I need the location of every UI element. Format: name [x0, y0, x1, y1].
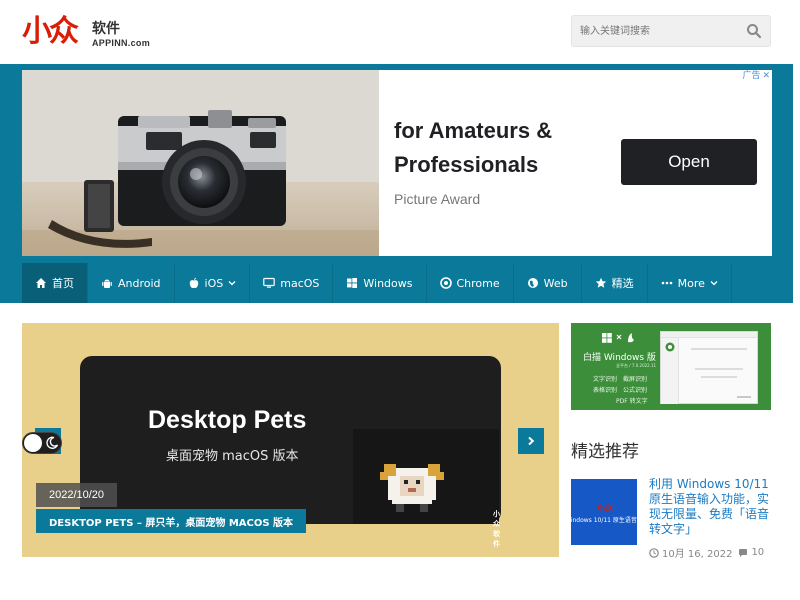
nav-label-chrome: Chrome: [456, 276, 500, 290]
logo-mark: 小众: [22, 14, 79, 49]
nav-label-home: 首页: [52, 277, 74, 290]
sheep-pet-icon: [380, 464, 444, 512]
nav-label-android: Android: [118, 276, 161, 290]
ad-banner[interactable]: for Amateurs & Professionals Picture Awa…: [22, 70, 772, 256]
nav-label-more: More: [677, 276, 705, 290]
sidebar-banner-feature: 文字识别: [593, 376, 618, 383]
chrome-icon: [439, 277, 452, 289]
chevron-down-icon: [228, 281, 236, 286]
post-meta: 10月 16, 2022 10: [649, 545, 764, 560]
ad-open-button[interactable]: Open: [621, 139, 757, 185]
nav-item-macos[interactable]: macOS: [250, 263, 334, 303]
windows-icon: [602, 333, 634, 343]
main-nav: 首页 Android iOS macOS Windows Chrome Web …: [22, 263, 793, 303]
site-logo[interactable]: 小众 软件 APPINN.com: [22, 14, 162, 54]
search-input[interactable]: [572, 16, 740, 46]
search-icon[interactable]: [746, 23, 762, 39]
slide-date: 2022/10/20: [36, 483, 117, 507]
nav-label-macos: macOS: [280, 276, 320, 290]
clock-icon: [649, 547, 659, 558]
slide-image-logo: 小众软件: [493, 511, 500, 548]
ad-choices-badge[interactable]: 广告 ✕: [742, 71, 770, 81]
sidebar-banner-feature: 公式识别: [623, 387, 648, 394]
nav-label-ios: iOS: [204, 276, 224, 290]
globe-icon: [527, 278, 538, 288]
monitor-icon: [263, 277, 276, 288]
nav-item-windows[interactable]: Windows: [333, 263, 427, 303]
section-title-featured: 精选推荐: [571, 442, 639, 462]
thumb-logo: 小众: [597, 504, 613, 513]
nav-label-windows: Windows: [363, 276, 413, 290]
ad-close-icon[interactable]: ✕: [762, 71, 770, 81]
ad-headline-line2[interactable]: Professionals: [394, 152, 538, 178]
search-box: [571, 15, 771, 47]
slide-caption-link[interactable]: DESKTOP PETS – 屏只羊，桌面宠物 MACOS 版本: [36, 509, 307, 533]
logo-chinese-text: 软件: [92, 20, 120, 36]
post-thumbnail[interactable]: 小众 Windows 10/11 原生语音输入 无限量、免费「语音转文: [571, 479, 637, 545]
sidebar-banner-feature: PDF 转文字: [616, 398, 648, 405]
nav-item-ios[interactable]: iOS: [175, 263, 251, 303]
nav-item-web[interactable]: Web: [514, 263, 582, 303]
window-side-pane: [661, 338, 679, 404]
windows-icon: [347, 278, 358, 288]
window-content-line: [701, 376, 737, 378]
post-date: 10月 16, 2022: [662, 549, 733, 560]
star-icon: [595, 277, 606, 288]
sidebar-banner-title: 白描 Windows 版: [583, 353, 656, 363]
ad-headline-line1[interactable]: for Amateurs &: [394, 118, 552, 144]
moon-icon: [46, 436, 59, 449]
window-content-line: [695, 368, 743, 370]
apple-icon: [189, 277, 198, 289]
slide-image-title: Desktop Pets: [148, 406, 307, 434]
slide-image-subtitle: 桌面宠物 macOS 版本: [166, 449, 299, 464]
sidebar-banner-feature: 表格识别: [593, 387, 618, 394]
toggle-knob: [24, 434, 42, 452]
nav-item-featured[interactable]: 精选: [582, 263, 648, 303]
nav-item-home[interactable]: 首页: [22, 263, 88, 303]
site-header: 小众 软件 APPINN.com: [0, 0, 800, 64]
comments-icon: [739, 548, 748, 557]
ad-source[interactable]: Picture Award: [394, 191, 480, 207]
ellipsis-icon: [661, 281, 672, 285]
chevron-right-icon: [528, 436, 535, 446]
sidebar-promo-banner[interactable]: 白描 Windows 版 全平台 / 7.0.2022.11 文字识别 截屏识别…: [571, 323, 771, 410]
thumb-text: Windows 10/11 原生语音输入 无限量、免费「语音转文: [571, 517, 637, 524]
slider-next-button[interactable]: [518, 428, 544, 454]
sidebar-banner-version: 全平台 / 7.0.2022.11: [616, 363, 657, 368]
logo-english-text: APPINN.com: [92, 38, 151, 48]
nav-item-chrome[interactable]: Chrome: [427, 263, 514, 303]
app-logo-icon: [665, 342, 675, 352]
chevron-down-icon: [710, 281, 718, 286]
home-icon: [36, 278, 46, 288]
camera-photo-illustration: [22, 70, 379, 256]
sidebar-banner-feature: 截屏识别: [623, 376, 648, 383]
slide-image-panel: Desktop Pets 桌面宠物 macOS 版本 小众软件: [80, 356, 501, 548]
window-content-line: [691, 348, 747, 350]
post-title-link[interactable]: 利用 Windows 10/11 原生语音输入功能，实现无限量、免费「语音转文字…: [649, 477, 771, 537]
nav-label-featured: 精选: [611, 277, 634, 290]
post-comment-count[interactable]: 10: [751, 547, 764, 558]
android-icon: [102, 279, 112, 288]
nav-item-more[interactable]: More: [648, 263, 732, 303]
featured-slider[interactable]: Desktop Pets 桌面宠物 macOS 版本 小众软件 2022/10/…: [22, 323, 559, 557]
window-content-line: [737, 396, 751, 398]
ad-camera-image[interactable]: [22, 70, 379, 256]
dark-mode-toggle[interactable]: [22, 432, 62, 454]
app-window-preview: [660, 331, 758, 404]
ad-badge-label: 广告: [742, 71, 761, 81]
nav-item-android[interactable]: Android: [88, 263, 175, 303]
nav-label-web: Web: [543, 276, 568, 290]
